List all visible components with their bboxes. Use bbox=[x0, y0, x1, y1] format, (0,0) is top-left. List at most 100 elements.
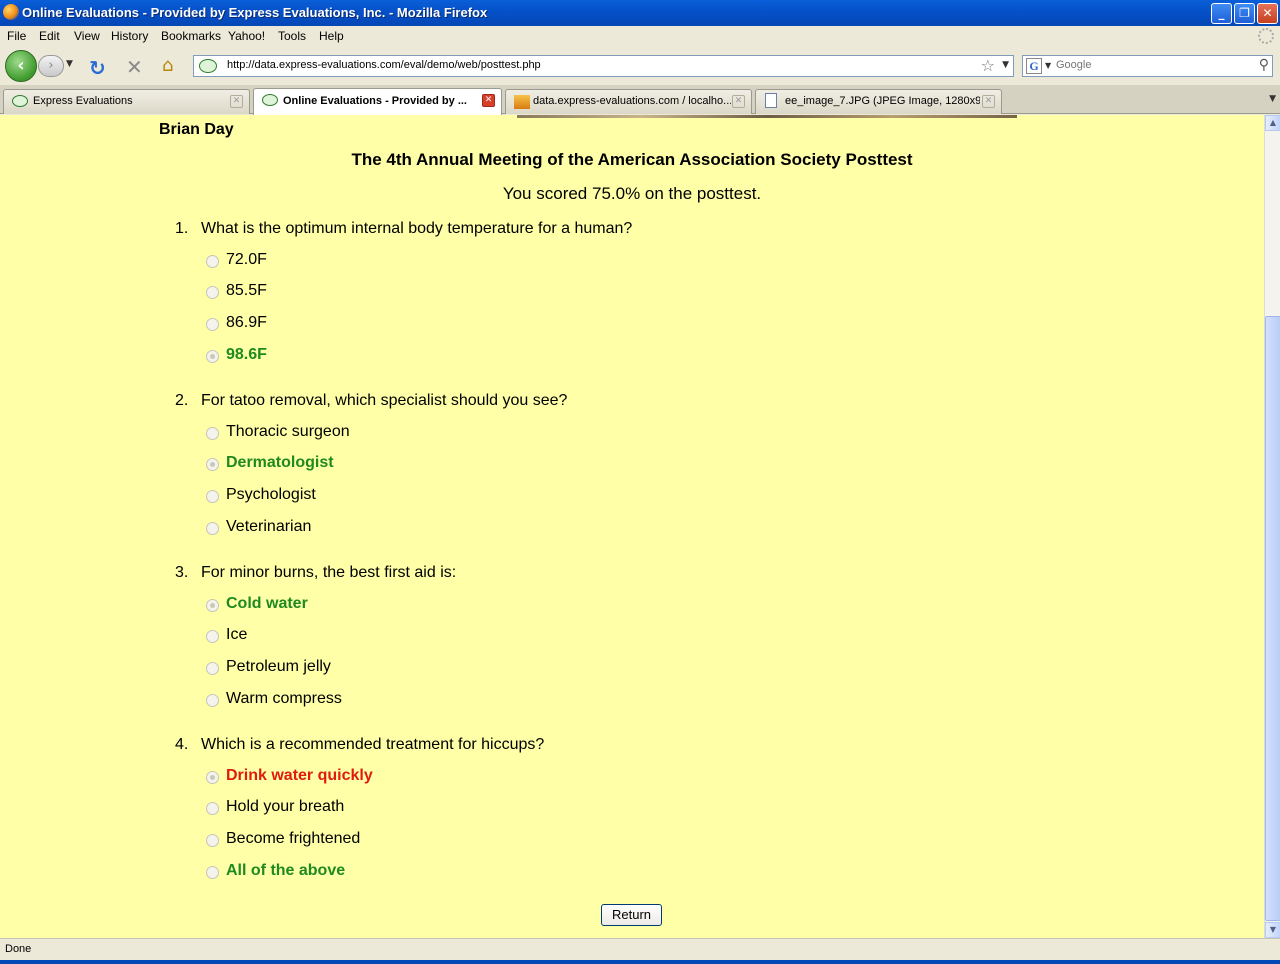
url-bar[interactable]: http://data.express-evaluations.com/eval… bbox=[193, 55, 1014, 77]
page-content: Brian Day The 4th Annual Meeting of the … bbox=[0, 115, 1264, 938]
question-number: 2. bbox=[175, 392, 189, 409]
vertical-scrollbar[interactable]: ▲ ▼ bbox=[1264, 115, 1280, 938]
search-engine-dropdown-icon[interactable]: ▼ bbox=[1045, 61, 1051, 70]
answer-radio[interactable] bbox=[206, 599, 219, 612]
close-tab-icon[interactable]: ✕ bbox=[230, 95, 243, 108]
answer-radio[interactable] bbox=[206, 662, 219, 675]
menu-bar: File Edit View History Bookmarks Yahoo! … bbox=[0, 26, 1280, 46]
site-identity-icon[interactable] bbox=[199, 59, 217, 73]
answer-option-label: 86.9F bbox=[226, 314, 267, 331]
menu-bookmarks[interactable]: Bookmarks bbox=[161, 29, 221, 43]
answer-radio[interactable] bbox=[206, 350, 219, 363]
navigation-toolbar: ‹ › ▼ ↻ ✕ ⌂ http://data.express-evaluati… bbox=[0, 46, 1280, 86]
google-icon[interactable]: G bbox=[1026, 58, 1042, 74]
menu-file[interactable]: File bbox=[7, 29, 26, 43]
answer-radio[interactable] bbox=[206, 255, 219, 268]
tab-label: Express Evaluations bbox=[33, 95, 133, 107]
stop-icon[interactable]: ✕ bbox=[126, 55, 143, 79]
test-title: The 4th Annual Meeting of the American A… bbox=[351, 150, 913, 169]
answer-radio[interactable] bbox=[206, 834, 219, 847]
answer-radio[interactable] bbox=[206, 866, 219, 879]
home-icon[interactable]: ⌂ bbox=[162, 55, 173, 76]
return-button[interactable]: Return bbox=[601, 904, 662, 926]
answer-option-label: Cold water bbox=[226, 595, 308, 612]
phpmyadmin-icon bbox=[514, 95, 530, 109]
answer-option-label: All of the above bbox=[226, 862, 346, 879]
menu-help[interactable]: Help bbox=[319, 29, 344, 43]
question-number: 4. bbox=[175, 736, 189, 753]
answer-option-label: Hold your breath bbox=[226, 798, 345, 815]
answer-option-label: Thoracic surgeon bbox=[226, 423, 350, 440]
answer-option-label: Become frightened bbox=[226, 830, 361, 847]
user-name: Brian Day bbox=[159, 121, 234, 138]
question-text: Which is a recommended treatment for hic… bbox=[201, 736, 545, 753]
answer-radio[interactable] bbox=[206, 630, 219, 643]
document-icon bbox=[765, 93, 777, 108]
answer-radio[interactable] bbox=[206, 490, 219, 503]
tab-online-evaluations[interactable]: Online Evaluations - Provided by ... ✕ bbox=[253, 88, 502, 115]
score-text: You scored 75.0% on the posttest. bbox=[502, 184, 762, 203]
bookmark-star-icon[interactable]: ☆ bbox=[981, 56, 995, 75]
throbber-icon bbox=[1258, 28, 1274, 44]
tab-ee-image[interactable]: ee_image_7.JPG (JPEG Image, 1280x9... ✕ bbox=[755, 89, 1002, 114]
answer-option-label: 85.5F bbox=[226, 282, 267, 299]
scroll-thumb[interactable] bbox=[1265, 316, 1280, 921]
answer-option-label: Ice bbox=[226, 626, 248, 643]
question-text: What is the optimum internal body temper… bbox=[201, 220, 633, 237]
back-button[interactable]: ‹ bbox=[5, 50, 37, 82]
answer-radio[interactable] bbox=[206, 458, 219, 471]
scroll-up-icon[interactable]: ▲ bbox=[1265, 115, 1280, 131]
answer-option-label: Dermatologist bbox=[226, 454, 334, 471]
question-number: 1. bbox=[175, 220, 189, 237]
answer-option-label: Warm compress bbox=[226, 690, 342, 707]
firefox-icon bbox=[3, 4, 19, 20]
answer-option-label: Psychologist bbox=[226, 486, 316, 503]
menu-edit[interactable]: Edit bbox=[39, 29, 60, 43]
answer-radio[interactable] bbox=[206, 771, 219, 784]
status-text: Done bbox=[5, 943, 32, 955]
answer-option-label: Drink water quickly bbox=[226, 767, 373, 784]
tab-label: ee_image_7.JPG (JPEG Image, 1280x9... bbox=[785, 95, 980, 107]
answer-option-label: 72.0F bbox=[226, 251, 267, 268]
window-title: Online Evaluations - Provided by Express… bbox=[22, 5, 488, 20]
reload-icon[interactable]: ↻ bbox=[89, 56, 106, 80]
answer-radio[interactable] bbox=[206, 318, 219, 331]
tab-express-evaluations[interactable]: Express Evaluations ✕ bbox=[3, 89, 250, 114]
menu-view[interactable]: View bbox=[74, 29, 100, 43]
menu-yahoo[interactable]: Yahoo! bbox=[228, 29, 265, 43]
answer-radio[interactable] bbox=[206, 694, 219, 707]
minimize-button[interactable]: _ bbox=[1211, 3, 1232, 24]
search-icon[interactable]: ⚲ bbox=[1259, 57, 1269, 73]
close-tab-icon[interactable]: ✕ bbox=[982, 95, 995, 108]
eye-icon bbox=[262, 94, 278, 106]
menu-history[interactable]: History bbox=[111, 29, 148, 43]
search-bar[interactable]: G ▼ ⚲ bbox=[1022, 55, 1273, 77]
history-dropdown-icon[interactable]: ▼ bbox=[66, 59, 73, 69]
tab-label: data.express-evaluations.com / localho..… bbox=[533, 95, 731, 107]
header-banner-image bbox=[517, 115, 1017, 118]
tab-label: Online Evaluations - Provided by ... bbox=[283, 95, 467, 107]
url-text[interactable]: http://data.express-evaluations.com/eval… bbox=[227, 59, 541, 71]
scroll-down-icon[interactable]: ▼ bbox=[1265, 922, 1280, 938]
close-tab-icon[interactable]: ✕ bbox=[732, 95, 745, 108]
answer-option-label: Veterinarian bbox=[226, 518, 312, 535]
search-input[interactable] bbox=[1056, 59, 1246, 71]
eye-icon bbox=[12, 95, 28, 107]
window-titlebar: Online Evaluations - Provided by Express… bbox=[0, 0, 1280, 26]
answer-radio[interactable] bbox=[206, 802, 219, 815]
answer-radio[interactable] bbox=[206, 522, 219, 535]
answer-option-label: 98.6F bbox=[226, 346, 267, 363]
tab-phpmyadmin[interactable]: data.express-evaluations.com / localho..… bbox=[505, 89, 752, 114]
answer-option-label: Petroleum jelly bbox=[226, 658, 331, 675]
answer-radio[interactable] bbox=[206, 427, 219, 440]
menu-tools[interactable]: Tools bbox=[278, 29, 306, 43]
tab-list-dropdown-icon[interactable]: ▼ bbox=[1269, 94, 1276, 104]
answer-radio[interactable] bbox=[206, 286, 219, 299]
close-tab-icon[interactable]: ✕ bbox=[482, 94, 495, 107]
close-window-button[interactable]: ✕ bbox=[1257, 3, 1278, 24]
restore-button[interactable]: ❐ bbox=[1234, 3, 1255, 24]
url-dropdown-icon[interactable]: ▼ bbox=[1002, 60, 1009, 70]
forward-button[interactable]: › bbox=[38, 55, 64, 77]
question-text: For minor burns, the best first aid is: bbox=[201, 564, 457, 581]
tab-strip: Express Evaluations ✕ Online Evaluations… bbox=[0, 86, 1280, 115]
